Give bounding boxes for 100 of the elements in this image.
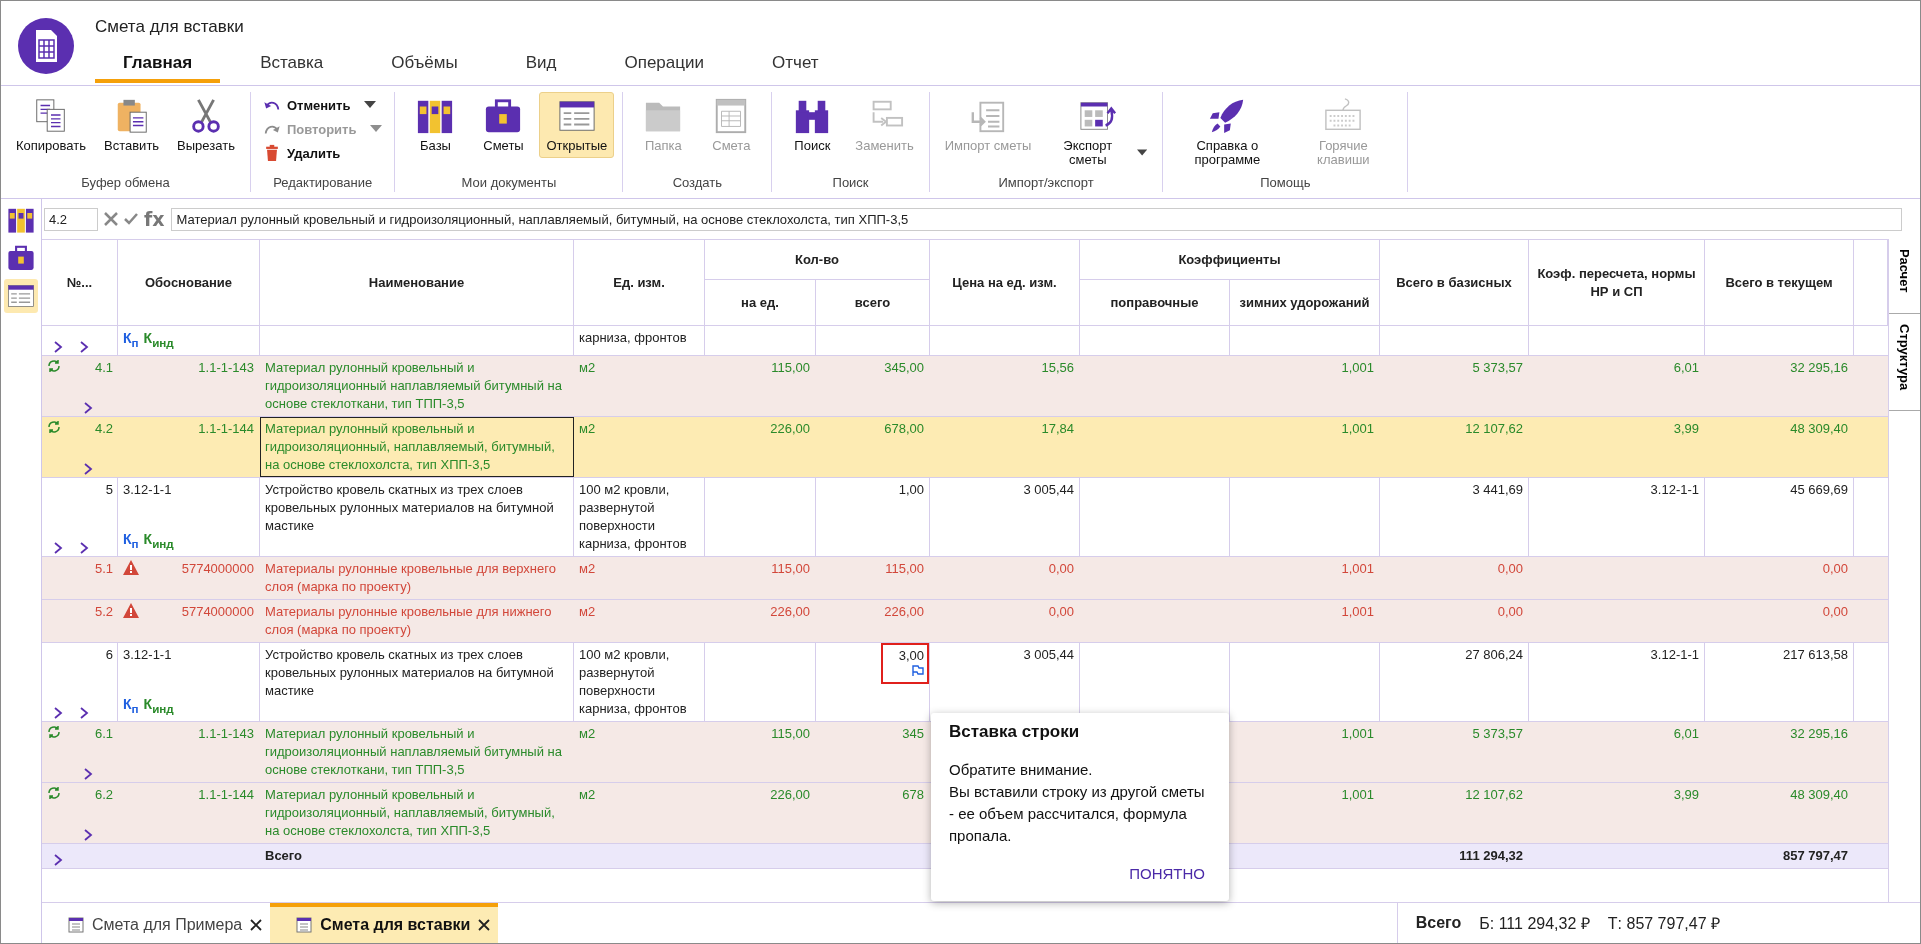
table-cell: м2 <box>579 786 596 802</box>
row-number: 4.1 <box>94 358 113 377</box>
popup-title: Вставка строки <box>949 722 1081 741</box>
group-label: Поиск <box>831 175 870 192</box>
table-cell: 226,00 <box>884 603 924 619</box>
table-cell: 48 309,40 <box>1790 420 1848 436</box>
group-label: Помощь <box>1259 175 1312 192</box>
table-cell: 345 <box>902 725 924 741</box>
group-label: Создать <box>671 175 724 192</box>
coefficient-marker: К$_{инд}$ <box>143 695 174 717</box>
table-cell: 5 373,57 <box>1472 359 1523 375</box>
table-cell: 115,00 <box>771 359 810 375</box>
table-cell: Материал рулонный кровельный и гидроизоляционный наплавляемый битумный на основе стеклоткани, тип ТПП-3,5 <box>265 359 562 411</box>
row-number: 5.1 <box>94 559 113 578</box>
table-cell: 48 309,40 <box>1790 786 1848 802</box>
table-cell: Всего <box>265 847 303 863</box>
table-cell: 678,00 <box>884 420 924 436</box>
table-cell: 12 107,62 <box>1465 786 1523 802</box>
table-cell: 3.12-1-1 <box>1650 481 1699 497</box>
popup-text: Обратите внимание. <box>949 759 1094 780</box>
column-header: Кол-во <box>705 240 930 280</box>
table-cell: 45 669,69 <box>1790 481 1848 497</box>
table-cell: 0,00 <box>1822 560 1848 576</box>
table-cell: Материал рулонный кровельный и гидроизоляционный, наплавляемый, битумный, на основе стеклохолста, тип ХПП-3,5 <box>265 786 555 838</box>
table-cell: 226,00 <box>770 420 810 436</box>
group-label: Импорт/экспорт <box>997 175 1095 192</box>
group-label: Редактирование <box>272 175 374 192</box>
table-cell: 12 107,62 <box>1465 420 1523 436</box>
table-cell: 115,00 <box>771 725 810 741</box>
basis-code: 1.1-1-143 <box>198 358 254 377</box>
table-cell: Материал рулонный кровельный и гидроизоляционный, наплавляемый, битумный, на основе стеклохолста, тип ХПП-3,5 <box>265 420 555 472</box>
basis-code: 5774000000 <box>181 559 254 578</box>
table-cell: 0,00 <box>1822 603 1848 619</box>
table-cell: 3.12-1-1 <box>1650 646 1699 662</box>
coefficient-marker: К$_{п}$ <box>123 329 139 351</box>
table-cell: 3,00 <box>898 646 924 665</box>
row-number: 6 <box>105 645 113 664</box>
table-cell: 5 373,57 <box>1472 725 1523 741</box>
table-cell: 32 295,16 <box>1790 359 1848 375</box>
popup-text: Вы вставили строку из другой сметы - ее объем рассчитался, формула пропала. <box>949 781 1206 846</box>
basis-code: 1.1-1-143 <box>198 724 254 743</box>
table-cell: 17,84 <box>1041 420 1074 436</box>
table-cell: 857 797,47 <box>1782 847 1848 863</box>
table-cell: 111 294,32 <box>1459 847 1523 863</box>
coefficient-marker: К$_{инд}$ <box>143 530 174 552</box>
table-cell: 15,56 <box>1041 359 1074 375</box>
table-cell: Материал рулонный кровельный и гидроизоляционный наплавляемый битумный на основе стеклоткани, тип ТПП-3,5 <box>265 725 562 777</box>
status-label: Всего <box>1415 914 1462 932</box>
table-cell: 1,001 <box>1341 603 1374 619</box>
table-cell: 226,00 <box>770 603 810 619</box>
table-cell: 3 005,44 <box>1023 646 1074 662</box>
basis-code: 1.1-1-144 <box>198 785 254 804</box>
table-cell: 1,00 <box>898 481 924 497</box>
table-cell: 0,00 <box>1497 603 1523 619</box>
window-title: Смета для вставки <box>95 17 245 37</box>
table-cell: 115,00 <box>771 560 810 576</box>
table-cell: 6,01 <box>1673 725 1699 741</box>
group-label: Буфер обмена <box>80 175 171 192</box>
basis-code: 3.12-1-1 <box>123 480 172 499</box>
basis-code: 5774000000 <box>181 602 254 621</box>
table-cell: 0,00 <box>1048 560 1074 576</box>
status-total: Б: 111 294,32 ₽ <box>1479 914 1590 934</box>
status-total: Т: 857 797,47 ₽ <box>1607 914 1720 934</box>
table-cell: 3 005,44 <box>1023 481 1074 497</box>
table-cell: м2 <box>579 359 596 375</box>
table-cell: Материалы рулонные кровельные для нижнего слоя (марка по проекту) <box>265 603 552 637</box>
coefficient-marker: К$_{п}$ <box>123 695 139 717</box>
table-cell: 100 м2 кровли, развернутой поверхности карниза, фронтов <box>579 646 687 716</box>
table-cell: 1,001 <box>1341 725 1374 741</box>
coefficient-marker: К$_{инд}$ <box>143 329 174 351</box>
table-cell: 6,01 <box>1673 359 1699 375</box>
table-cell: 3,99 <box>1673 786 1699 802</box>
table-cell: м2 <box>579 725 596 741</box>
table-cell: 32 295,16 <box>1790 725 1848 741</box>
row-number: 5.2 <box>94 602 113 621</box>
row-number: 5 <box>105 480 113 499</box>
table-cell: Устройство кровель скатных из трех слоев кровельных рулонных материалов на битумной мастике <box>265 646 554 698</box>
table-cell: 0,00 <box>1048 603 1074 619</box>
table-cell: 1,001 <box>1341 560 1374 576</box>
table-cell: 100 м2 кровли, развернутой поверхности карниза, фронтов <box>579 481 687 551</box>
coefficient-marker: К$_{п}$ <box>123 530 139 552</box>
table-cell: м2 <box>579 603 596 619</box>
table-cell: 678 <box>902 786 924 802</box>
table-cell: 115,00 <box>885 560 924 576</box>
table-cell: Материалы рулонные кровельные для верхнего слоя (марка по проекту) <box>265 560 556 594</box>
table-cell: 0,00 <box>1497 560 1523 576</box>
table-cell: карниза, фронтов <box>579 330 687 345</box>
table-cell: 1,001 <box>1341 786 1374 802</box>
table-cell: 1,001 <box>1341 420 1374 436</box>
table-cell: 226,00 <box>770 786 810 802</box>
basis-code: 3.12-1-1 <box>123 645 172 664</box>
table-cell: 1,001 <box>1341 359 1374 375</box>
table-cell: 217 613,58 <box>1782 646 1848 662</box>
basis-code: 1.1-1-144 <box>198 419 254 438</box>
table-cell: 3 441,69 <box>1472 481 1523 497</box>
table-cell: 3,99 <box>1673 420 1699 436</box>
group-label: Мои документы <box>460 175 558 192</box>
table-cell: м2 <box>579 560 596 576</box>
table-cell: 345,00 <box>884 359 924 375</box>
table-cell: 27 806,24 <box>1465 646 1523 662</box>
